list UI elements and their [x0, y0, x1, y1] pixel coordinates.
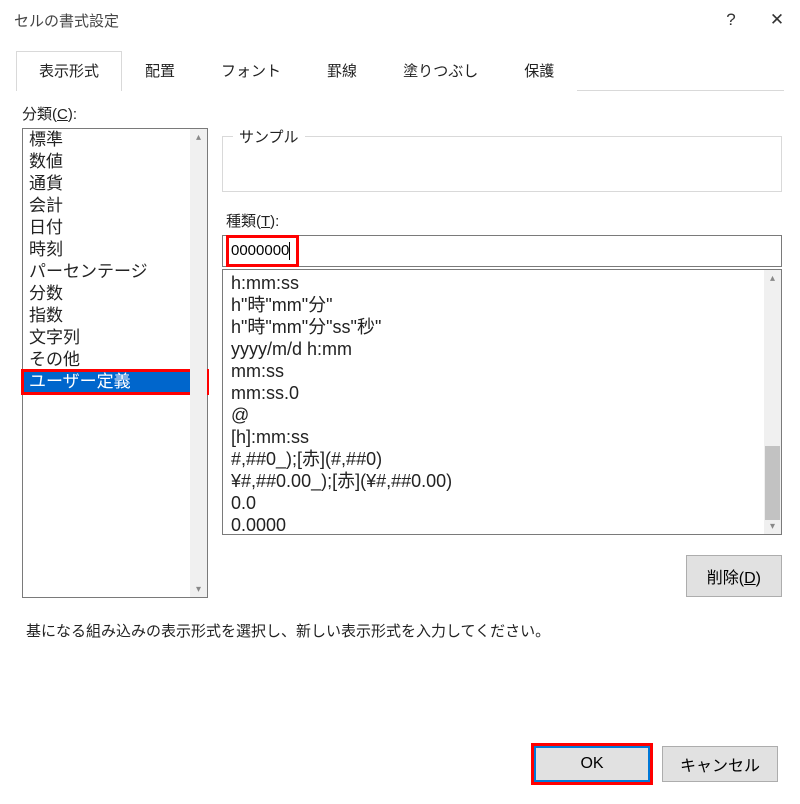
format-listbox[interactable]: h:mm:ssh"時"mm"分"h"時"mm"分"ss"秒"yyyy/m/d h… [222, 269, 782, 535]
format-item[interactable]: 0.0 [223, 492, 764, 514]
format-item[interactable]: yyyy/m/d h:mm [223, 338, 764, 360]
category-scrollbar[interactable]: ▴ ▾ [190, 129, 207, 597]
sample-legend: サンプル [233, 126, 305, 147]
scroll-up-icon[interactable]: ▴ [764, 270, 781, 286]
help-button[interactable]: ? [708, 0, 754, 40]
window-title: セルの書式設定 [14, 10, 119, 31]
cancel-button[interactable]: キャンセル [662, 746, 778, 782]
category-item[interactable]: 数値 [23, 151, 207, 173]
scroll-down-icon[interactable]: ▾ [190, 581, 207, 597]
ok-button[interactable]: OK [534, 746, 650, 782]
tab-2[interactable]: フォント [198, 51, 304, 91]
tab-1[interactable]: 配置 [122, 51, 198, 91]
close-button[interactable]: ✕ [754, 0, 800, 40]
category-label: 分類(C): [22, 103, 782, 124]
format-item[interactable]: #,##0_);[赤](#,##0) [223, 448, 764, 470]
category-item[interactable]: その他 [23, 349, 207, 371]
category-item[interactable]: パーセンテージ [23, 261, 207, 283]
tab-4[interactable]: 塗りつぶし [380, 51, 501, 91]
footer: OK キャンセル [0, 746, 800, 804]
category-item[interactable]: 文字列 [23, 327, 207, 349]
category-item[interactable]: 通貨 [23, 173, 207, 195]
format-item[interactable]: h"時"mm"分"ss"秒" [223, 316, 764, 338]
sample-group: サンプル [222, 136, 782, 192]
format-scrollbar[interactable]: ▴ ▾ [764, 270, 781, 534]
tab-3[interactable]: 罫線 [304, 51, 380, 91]
tab-0[interactable]: 表示形式 [16, 51, 122, 91]
titlebar: セルの書式設定 ? ✕ [0, 0, 800, 40]
type-input[interactable]: 0000000 [222, 235, 782, 267]
category-item[interactable]: 指数 [23, 305, 207, 327]
category-item[interactable]: 分数 [23, 283, 207, 305]
format-item[interactable]: mm:ss [223, 360, 764, 382]
category-item[interactable]: 標準 [23, 129, 207, 151]
category-item[interactable]: 会計 [23, 195, 207, 217]
tab-strip: 表示形式配置フォント罫線塗りつぶし保護 [16, 50, 784, 91]
format-item[interactable]: mm:ss.0 [223, 382, 764, 404]
hint-text: 基になる組み込みの表示形式を選択し、新しい表示形式を入力してください。 [26, 620, 782, 641]
format-item[interactable]: 0.0000 [223, 514, 764, 534]
format-item[interactable]: [h]:mm:ss [223, 426, 764, 448]
format-item[interactable]: ¥#,##0.00_);[赤](¥#,##0.00) [223, 470, 764, 492]
category-item[interactable]: 日付 [23, 217, 207, 239]
type-value[interactable]: 0000000 [231, 242, 289, 259]
scrollbar-thumb[interactable] [765, 446, 780, 520]
type-label: 種類(T): [226, 210, 782, 231]
scroll-up-icon[interactable]: ▴ [190, 129, 207, 145]
format-item[interactable]: h"時"mm"分" [223, 294, 764, 316]
category-listbox[interactable]: 標準数値通貨会計日付時刻パーセンテージ分数指数文字列その他ユーザー定義 ▴ ▾ [22, 128, 208, 598]
delete-button[interactable]: 削除(D) [686, 555, 782, 597]
scroll-down-icon[interactable]: ▾ [764, 518, 781, 534]
category-item[interactable]: 時刻 [23, 239, 207, 261]
category-item[interactable]: ユーザー定義 [23, 371, 207, 393]
format-item[interactable]: h:mm:ss [223, 272, 764, 294]
format-item[interactable]: @ [223, 404, 764, 426]
tab-5[interactable]: 保護 [501, 51, 577, 91]
